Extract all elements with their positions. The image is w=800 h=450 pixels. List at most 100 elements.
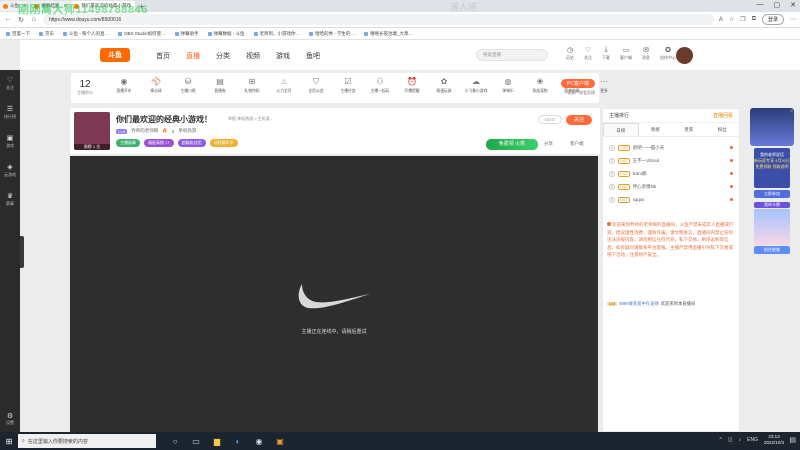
tab-fans[interactable]: 粉丝 [706, 123, 740, 136]
network-icon[interactable]: ◫ [728, 437, 733, 443]
sidebar-item-cloud-games[interactable]: ◈ 云游戏 [4, 163, 16, 178]
sidebar-item-games[interactable]: ▣ 游戏 [6, 134, 14, 149]
nav-category[interactable]: 分类 [216, 51, 230, 61]
anchor-avatar[interactable]: 周榜 1 位 [74, 112, 110, 150]
clock[interactable]: 23:13 2022/10/3 [764, 434, 784, 446]
bookmark-item[interactable]: 百度一下 [6, 31, 30, 37]
header-creator[interactable]: ✪ 创作中心 [660, 46, 676, 61]
windows-start-icon[interactable]: ⊞ [0, 437, 18, 446]
replay-link[interactable]: 直播回看 [713, 112, 733, 119]
category-item[interactable]: ✿ 捣蛋玩具 [431, 77, 457, 94]
tab-daily[interactable]: 日榜 [603, 123, 639, 136]
edge-browser-icon[interactable]: ◐ [233, 437, 243, 446]
category-item[interactable]: ❀ 贵族宠物 [527, 77, 553, 94]
bookmark-item[interactable]: 斗鱼 - 每个人的直… [63, 31, 109, 37]
category-item[interactable]: ♨ 火力全开 [271, 77, 297, 94]
category-item[interactable]: ⚾ 棒击球 [143, 77, 169, 94]
stream-tag[interactable]: 玩转嘉年华 [209, 139, 238, 147]
minimize-icon[interactable]: — [757, 1, 764, 9]
douyu-logo[interactable]: 斗鱼 [100, 48, 130, 62]
stream-breadcrumb[interactable]: 举报 单机热游 > 主机游... [228, 116, 273, 122]
free-rocket-button[interactable]: 免费领 火箭 [486, 139, 538, 150]
tab-vip[interactable]: 贵宾 [672, 123, 706, 136]
category-item[interactable]: ⊞ 礼物特权 [239, 77, 265, 94]
close-icon[interactable]: ✕ [789, 108, 794, 115]
ad-card-image[interactable] [754, 209, 790, 245]
language-indicator[interactable]: ENG [747, 437, 758, 443]
maximize-icon[interactable]: ▢ [774, 1, 781, 9]
nav-fishbar[interactable]: 鱼吧 [306, 51, 320, 61]
star-icon[interactable]: ☆ [729, 16, 734, 23]
header-client[interactable]: ▭ 客户端 [620, 46, 632, 61]
category-item[interactable]: ☁ 小飞象小游戏 [463, 77, 489, 94]
header-download[interactable]: ⤓ 下载 [602, 46, 610, 61]
nav-video[interactable]: 视频 [246, 51, 260, 61]
login-button[interactable]: 登录 [761, 14, 784, 25]
user-avatar[interactable] [676, 47, 693, 64]
chevron-up-icon[interactable]: ^ [720, 437, 722, 443]
extensions-icon[interactable]: ⧉ [752, 16, 756, 23]
task-view-icon[interactable]: ○ [170, 437, 180, 446]
nav-games[interactable]: 游戏 [276, 51, 290, 61]
bookmark-item[interactable]: 弹幕助手 [174, 31, 199, 37]
read-aloud-icon[interactable]: A [719, 17, 723, 23]
task-switch-icon[interactable]: ▭ [191, 437, 201, 446]
category-label[interactable]: 单机热游 [178, 128, 196, 134]
header-message[interactable]: ✉ 消息 [642, 46, 650, 61]
bookmark-item[interactable]: 京东 [39, 31, 54, 37]
list-item[interactable]: 1 Lv33 退吧——喵小天 [609, 141, 733, 154]
category-item[interactable]: ◍ 弹弹乐 [495, 77, 521, 94]
sidebar-item-ranking[interactable]: ☰ 排行榜 [4, 105, 16, 120]
collections-icon[interactable]: ❐ [740, 16, 745, 23]
home-icon[interactable]: ⌂ [30, 16, 38, 23]
close-window-icon[interactable]: ✕ [790, 1, 796, 9]
pc-client-button[interactable]: PC客户端 [561, 79, 595, 88]
category-item[interactable]: ⛉ 全民公会 [303, 77, 329, 94]
sidebar-item-events[interactable]: ♛ 赛事 [6, 192, 14, 207]
more-icon[interactable]: ⋯ [790, 16, 796, 23]
ad-join-button[interactable]: 立即参加 [754, 190, 790, 198]
stream-tag[interactable]: 福星高照 17 [144, 139, 174, 147]
category-item[interactable]: ◉ 直播开车 [111, 77, 137, 94]
obs-icon[interactable]: ◉ [254, 437, 264, 446]
bookmark-item[interactable]: 嘻嘻长夜池塘_大草… [364, 31, 413, 37]
list-item[interactable]: 3 Lv22 Karo鹅 [609, 167, 733, 180]
nav-live[interactable]: 直播 [186, 51, 200, 61]
list-item[interactable]: 5 Lv17 xqqxx [609, 193, 733, 206]
category-item[interactable]: ⏰ 开播提醒 [399, 77, 425, 94]
category-item[interactable]: ⚇ 主播一起玩 [367, 77, 393, 94]
nav-home[interactable]: 首页 [156, 51, 170, 61]
header-history[interactable]: ◷ 历史 [566, 46, 574, 61]
anchor-name[interactable]: 乔师的老师啊 [131, 128, 158, 134]
sidebar-collapse-handle[interactable] [20, 236, 24, 268]
bookmark-item[interactable]: 哈哈的秀 - 学生的… [309, 31, 355, 37]
stream-tag[interactable]: 超级粉丝团 [177, 139, 206, 147]
taskbar-search-input[interactable]: ⌕ 在这里输入你要搜索的内容 [18, 434, 156, 448]
header-follow[interactable]: ♡ 关注 [584, 46, 592, 61]
category-item[interactable]: ☑ 主播任务 [335, 77, 361, 94]
list-item[interactable]: 4 Lv19 伴心亲情Nk [609, 180, 733, 193]
share-button[interactable]: 分享 [544, 141, 553, 147]
bookmark-item[interactable]: 弹幕数据 - 斗鱼 [207, 31, 245, 37]
file-explorer-icon[interactable]: ▆ [212, 437, 222, 446]
stream-tag[interactable]: 主播勋章 [116, 139, 140, 147]
category-item[interactable]: ⛁ 主播口袋 [175, 77, 201, 94]
follow-button[interactable]: 关注 [566, 115, 592, 125]
volume-icon[interactable]: ♪ [739, 437, 742, 443]
video-player[interactable]: 主播正在连线中，请稍后重试 [70, 156, 598, 432]
tab-weekly[interactable]: 周榜 [639, 123, 673, 136]
anchor-rank-link[interactable]: 主播排行 [609, 112, 629, 119]
sidebar-item-follow[interactable]: ♡ 关注 [6, 76, 14, 91]
sidebar-item-settings[interactable]: ⚙ 设置 [6, 412, 14, 426]
bookmark-item[interactable]: OBS Studio如何使… [118, 31, 166, 37]
notification-icon[interactable]: ▤ [789, 436, 796, 444]
list-item[interactable]: 2 Lv27 王不—ViSoul [609, 154, 733, 167]
client-button[interactable]: 客户端 [570, 141, 584, 147]
ad-collect-button[interactable]: 前往收集 [754, 246, 790, 254]
welcome-username[interactable]: 8899收获爱中在发财 [619, 301, 659, 307]
category-item[interactable]: ▤ 直播卷 [207, 77, 233, 94]
app-icon[interactable]: ▣ [275, 437, 285, 446]
back-icon[interactable]: ← [4, 16, 12, 23]
anchor-points[interactable]: 12 主播积分 [77, 79, 93, 96]
bookmark-item[interactable]: 老师到，小游戏你… [253, 31, 300, 37]
